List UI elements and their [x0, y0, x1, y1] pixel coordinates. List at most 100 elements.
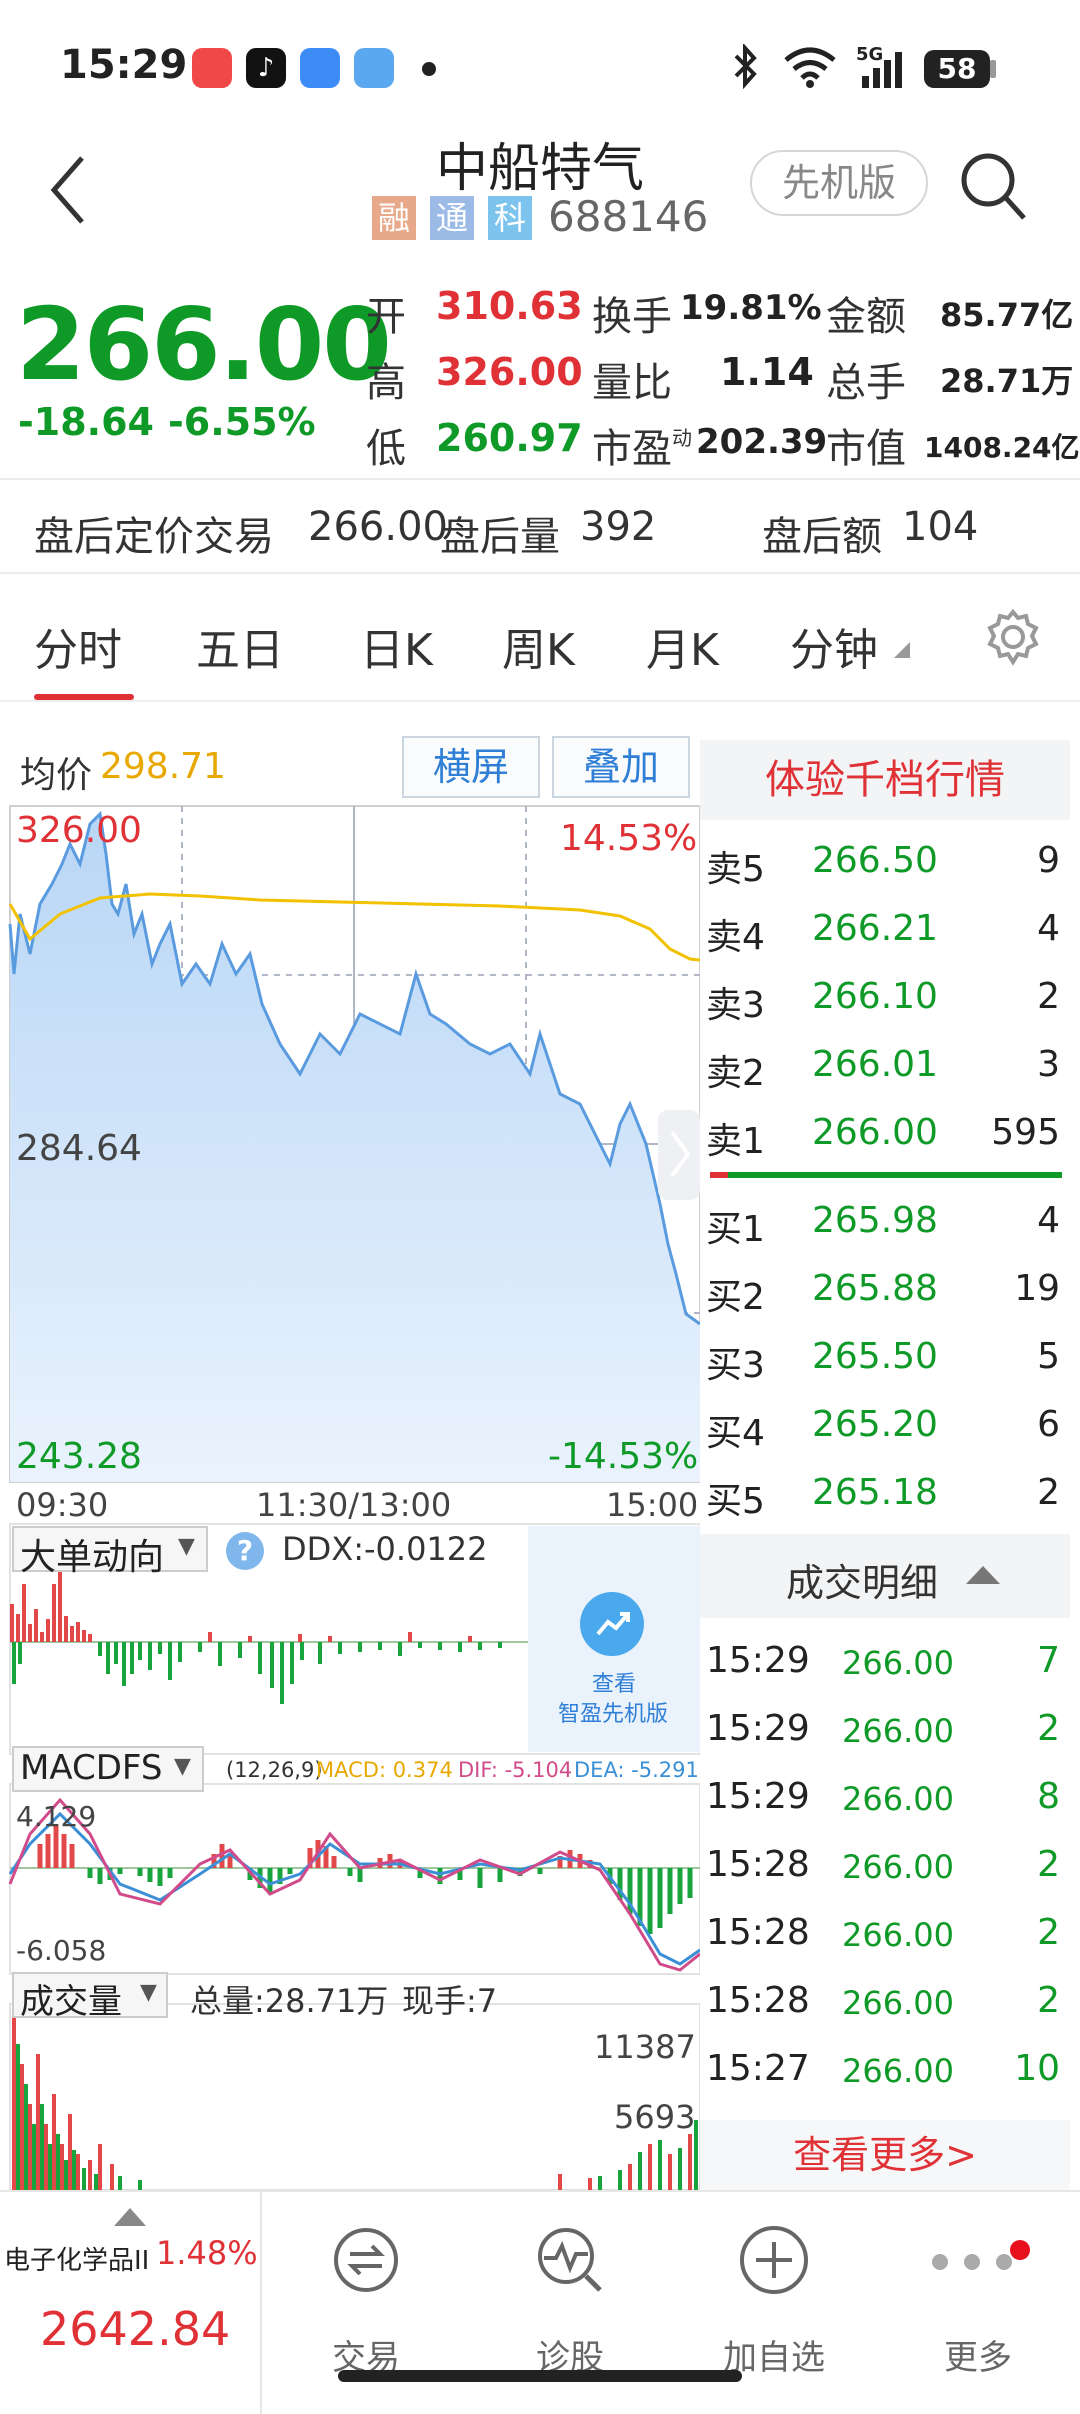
dea-value: DEA: -5.291 — [574, 1758, 699, 1782]
nav-more[interactable]: 更多 — [876, 2212, 1080, 2392]
chart-top-pct: 14.53% — [560, 818, 698, 859]
sector-index-widget[interactable]: 电子化学品II 1.48% 2642.84 — [0, 2192, 262, 2414]
pe-dynamic-mark: 动 — [672, 426, 692, 450]
nav-more-label: 更多 — [944, 2338, 1012, 2378]
after-hours-amount-label: 盘后额 — [762, 514, 882, 560]
open-value: 310.63 — [436, 284, 583, 328]
ddx-selector[interactable]: 大单动向 ▼ — [12, 1526, 208, 1578]
sell-row[interactable]: 卖5 266.50 9 — [700, 830, 1070, 898]
dif-value: DIF: -5.104 — [458, 1758, 573, 1782]
macd-label: MACDFS — [20, 1748, 163, 1788]
trade-row: 15:28 266.00 2 — [706, 1912, 1060, 1954]
after-hours-row: 盘后定价交易 266.00 盘后量 392 盘后额 104 — [0, 478, 1080, 574]
add-circle-icon — [740, 2226, 808, 2294]
chart-mid-price: 284.64 — [16, 1128, 142, 1169]
macd-dea-line — [8, 1811, 700, 1966]
amount-value: 85.77亿 — [940, 296, 1074, 334]
status-bar: 15:29 ♪ 5G 58 — [0, 0, 1080, 120]
sell-row[interactable]: 卖3 266.10 2 — [700, 966, 1070, 1034]
buy-row[interactable]: 买4 265.20 6 — [700, 1394, 1070, 1462]
pro-version-button[interactable]: 先机版 — [750, 150, 928, 216]
order-book: 体验千档行情 卖5 266.50 9 卖4 266.21 4 卖3 266.10 2 卖2 2… — [700, 740, 1070, 2190]
after-hours-volume: 392 — [580, 504, 657, 550]
ddx-value: DDX:-0.0122 — [282, 1530, 488, 1568]
volume-selector[interactable]: 成交量 ▼ — [12, 1972, 168, 2022]
battery-icon: 58 — [924, 50, 990, 88]
sell-row[interactable]: 卖1 266.00 595 — [700, 1102, 1070, 1170]
chart-area: 均价 298.71 横屏 叠加 326.00 14.53% 284.64 243… — [0, 700, 700, 2190]
price-change: -18.64 — [18, 400, 154, 444]
after-hours-label: 盘后定价交易 — [34, 514, 274, 560]
help-icon[interactable]: ? — [226, 1532, 264, 1570]
turnover-value: 19.81% — [680, 288, 822, 328]
trade-row: 15:29 266.00 8 — [706, 1776, 1060, 1818]
ddx-label: 大单动向 — [20, 1537, 165, 1578]
buy-row[interactable]: 买5 265.18 2 — [700, 1462, 1070, 1530]
tab-monthly-k[interactable]: 月K — [646, 614, 719, 678]
tag-star-market: 科 — [488, 196, 532, 240]
buy-row[interactable]: 买1 265.98 4 — [700, 1190, 1070, 1258]
after-hours-amount: 104 — [902, 504, 979, 550]
nav-trade[interactable]: 交易 — [264, 2212, 468, 2392]
chart-bottom-pct: -14.53% — [548, 1436, 699, 1477]
trade-row: 15:28 266.00 2 — [706, 1844, 1060, 1886]
pe-value: 202.39 — [696, 422, 828, 462]
macd-selector[interactable]: MACDFS ▼ — [12, 1746, 204, 1792]
bid-ratio-fill — [710, 1172, 728, 1178]
macd-histogram — [37, 1824, 693, 1934]
bluetooth-icon — [734, 44, 757, 90]
search-icon[interactable] — [956, 148, 1028, 224]
time-end: 15:00 — [606, 1486, 699, 1524]
depth-quote-banner[interactable]: 体验千档行情 — [700, 740, 1070, 820]
tab-daily-k[interactable]: 日K — [360, 614, 433, 678]
promo-line2[interactable]: 智盈先机版 — [558, 1696, 668, 1728]
sector-index-value: 2642.84 — [40, 2302, 231, 2356]
trade-detail-header[interactable]: 成交明细 — [700, 1534, 1070, 1618]
volume-ratio-label: 量比 — [592, 360, 672, 406]
sell-row[interactable]: 卖4 266.21 4 — [700, 898, 1070, 966]
turnover-label: 换手 — [592, 294, 672, 340]
pe-label: 市盈 — [592, 426, 672, 472]
landscape-button[interactable]: 横屏 — [402, 736, 540, 798]
overlay-button[interactable]: 叠加 — [552, 736, 690, 798]
volume-label: 成交量 — [20, 1982, 122, 2022]
wifi-icon — [784, 47, 836, 88]
ddx-bars — [10, 1564, 502, 1704]
avg-price-label: 均价 — [20, 755, 93, 796]
macd-params: (12,26,9) — [226, 1758, 323, 1782]
diagnose-icon — [538, 2228, 602, 2292]
high-value: 326.00 — [436, 350, 583, 394]
chart-trend-icon[interactable] — [580, 1592, 644, 1656]
view-more-link[interactable]: 查看更多> — [700, 2120, 1070, 2190]
sell-row[interactable]: 卖2 266.01 3 — [700, 1034, 1070, 1102]
nav-diagnose[interactable]: 诊股 — [468, 2212, 672, 2392]
volume-max: 11387 — [594, 2028, 696, 2066]
expand-up-icon — [114, 2208, 146, 2226]
status-time: 15:29 — [60, 42, 188, 88]
tab-weekly-k[interactable]: 周K — [502, 614, 575, 678]
collapse-up-icon — [966, 1566, 1000, 1584]
tab-intraday[interactable]: 分时 — [34, 614, 122, 678]
settings-gear-icon[interactable] — [984, 608, 1042, 666]
market-cap-value: 1408.24亿 — [924, 431, 1080, 464]
macd-dif-line — [8, 1797, 700, 1972]
macd-max: 4.129 — [16, 1800, 97, 1833]
tab-minute[interactable]: 分钟 — [790, 614, 878, 678]
buy-row[interactable]: 买2 265.88 19 — [700, 1258, 1070, 1326]
buy-row[interactable]: 买3 265.50 5 — [700, 1326, 1070, 1394]
trade-icon — [334, 2228, 398, 2292]
volume-mid: 5693 — [614, 2098, 696, 2136]
battery-tip — [990, 60, 996, 78]
current-price: 266.00 — [16, 286, 392, 403]
open-label: 开 — [366, 294, 406, 340]
bottom-bar: 电子化学品II 1.48% 2642.84 交易 诊股 加自选 更多 — [0, 2190, 1080, 2414]
volume-total: 总量:28.71万 — [190, 1982, 389, 2020]
nav-add-watchlist[interactable]: 加自选 — [672, 2212, 876, 2392]
avg-price-value: 298.71 — [100, 746, 226, 787]
macd-value: MACD: 0.374 — [316, 1758, 453, 1782]
sector-name: 电子化学品II — [4, 2246, 150, 2276]
promo-line1[interactable]: 查看 — [592, 1666, 636, 1698]
market-cap-label: 市值 — [826, 426, 906, 472]
total-hands-label: 总手 — [826, 360, 906, 406]
tab-five-day[interactable]: 五日 — [196, 614, 284, 678]
